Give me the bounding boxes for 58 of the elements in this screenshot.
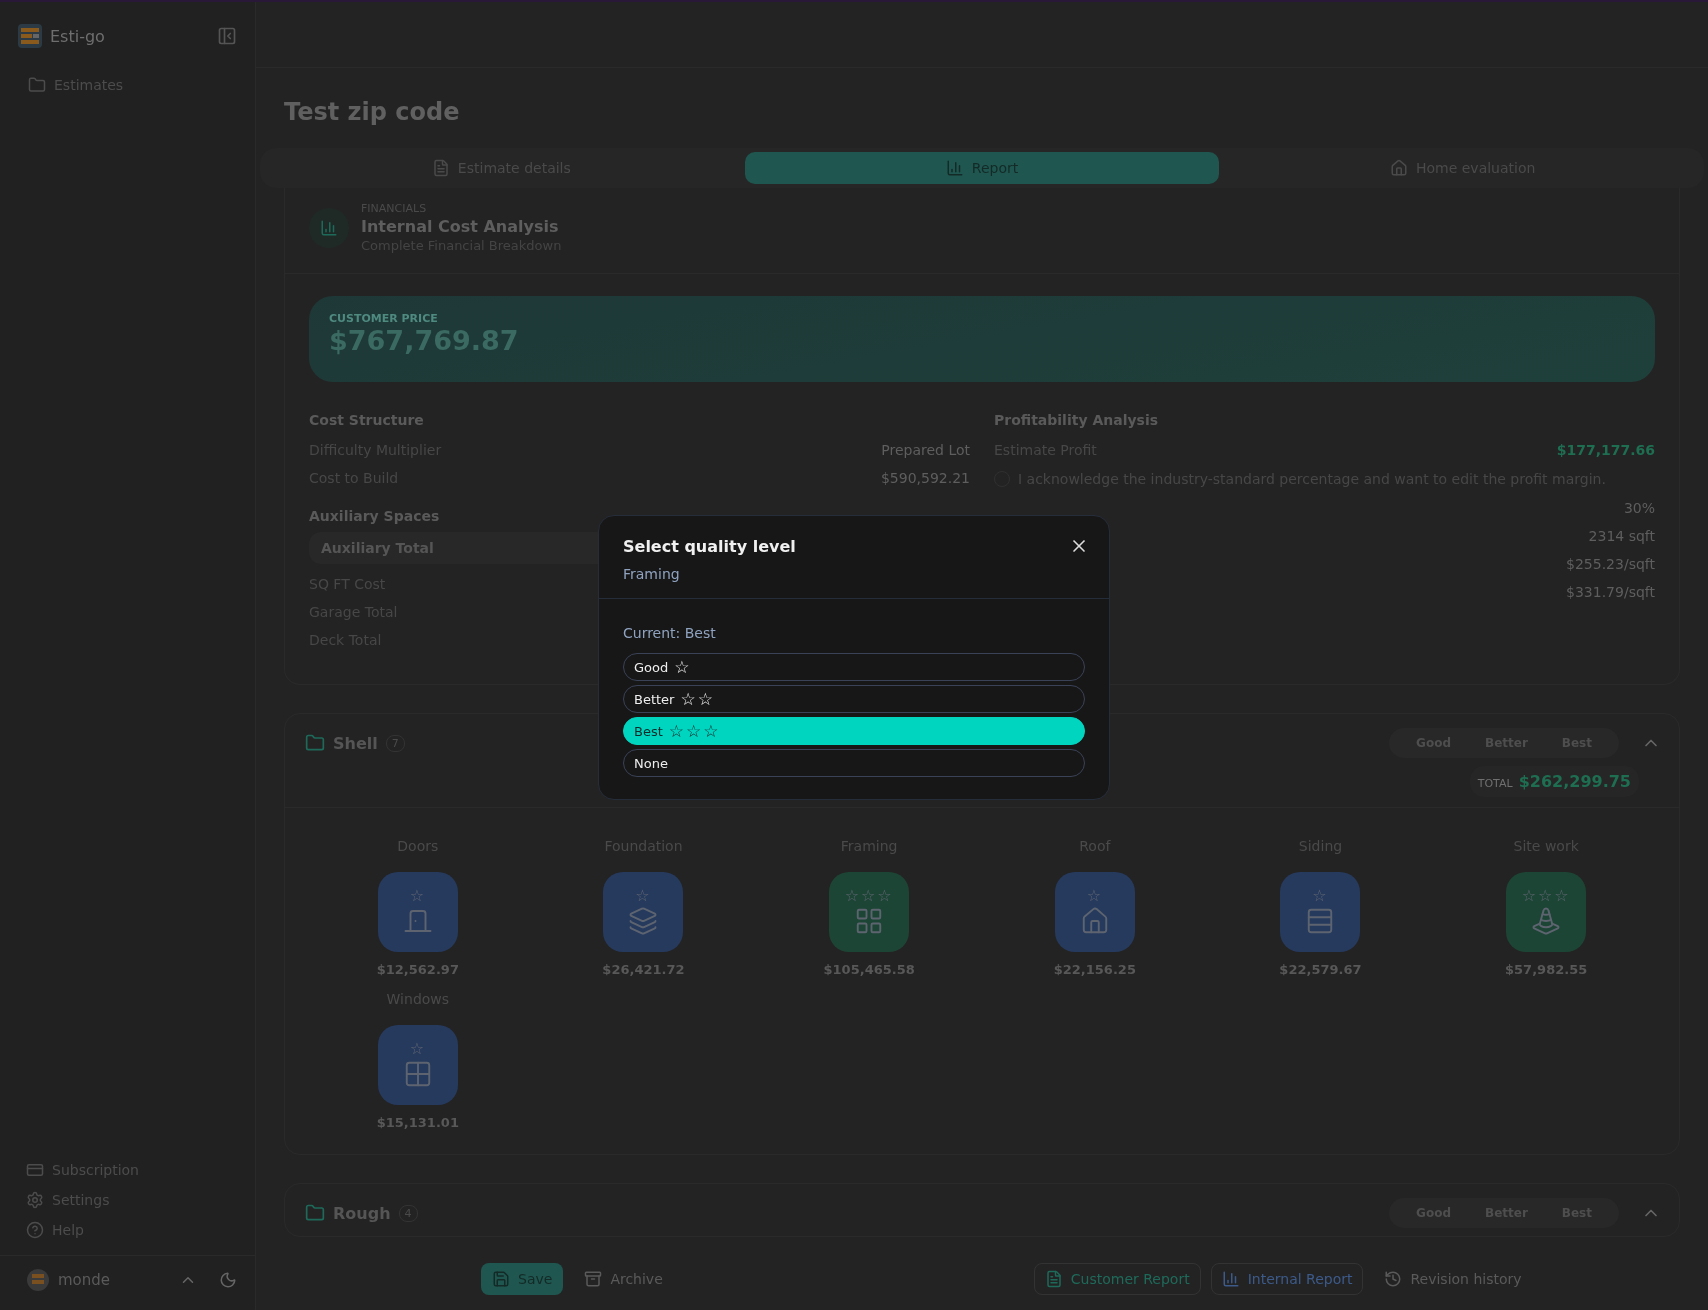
folder-icon xyxy=(305,733,325,753)
page-title: Test zip code xyxy=(284,98,461,126)
star-rating: ☆ xyxy=(635,888,652,904)
quality-tile[interactable]: ☆ xyxy=(377,872,458,952)
star-rating: ☆ xyxy=(409,1041,426,1057)
brand-name: Esti-go xyxy=(50,26,106,46)
quality-tile[interactable]: ☆ xyxy=(1280,872,1361,952)
profit-value: $177,177.66 xyxy=(1556,442,1655,458)
star-rating: ☆ xyxy=(409,888,426,904)
layers-icon xyxy=(628,906,659,936)
total-value: $262,299.75 xyxy=(1518,772,1631,791)
avatar-icon xyxy=(26,1268,50,1292)
quality-tile[interactable]: ☆ xyxy=(1054,872,1135,952)
document-icon xyxy=(1044,1270,1063,1288)
user-name: monde xyxy=(58,1271,112,1289)
archive-icon xyxy=(584,1270,603,1288)
action-button[interactable]: Internal Report xyxy=(1210,1263,1364,1295)
row-value: $255.23/sqft xyxy=(1566,556,1655,572)
star-rating: ☆☆☆ xyxy=(1521,888,1571,904)
row-value: $331.79/sqft xyxy=(1566,584,1655,600)
dialog-title: Select quality level xyxy=(623,536,796,556)
action-button[interactable]: Customer Report xyxy=(1033,1263,1201,1295)
settings-icon xyxy=(26,1191,44,1209)
star-rating: ☆☆ xyxy=(680,690,715,708)
folder-icon xyxy=(305,1203,325,1223)
quality-tile[interactable]: ☆ xyxy=(377,1025,458,1105)
total-label: TOTAL xyxy=(1477,777,1513,790)
star-rating: ☆ xyxy=(1086,888,1103,904)
chart-icon xyxy=(1221,1270,1240,1288)
row-value: $590,592.21 xyxy=(880,470,970,486)
card-title: Internal Cost Analysis xyxy=(361,217,560,236)
history-icon xyxy=(1384,1270,1403,1288)
house-icon xyxy=(1389,159,1408,177)
current-level: Current: Best xyxy=(623,625,717,641)
help-icon xyxy=(26,1221,44,1239)
quality-tile[interactable]: ☆☆☆ xyxy=(1506,872,1587,952)
save-icon xyxy=(492,1270,510,1288)
chart-icon xyxy=(945,159,964,177)
dialog-subtitle: Framing xyxy=(623,566,681,582)
row-value: 30% xyxy=(1623,500,1655,516)
folder-icon xyxy=(28,76,46,94)
star-rating: ☆ xyxy=(1312,888,1329,904)
quality-tile[interactable]: ☆ xyxy=(603,872,684,952)
logo-icon xyxy=(18,24,42,48)
card-icon xyxy=(26,1161,44,1179)
cone-icon xyxy=(1531,906,1562,936)
price-label: CUSTOMER PRICE xyxy=(329,312,439,325)
star-rating: ☆☆☆ xyxy=(844,888,894,904)
star-rating: ☆☆☆ xyxy=(668,722,721,740)
row-value: Prepared Lot xyxy=(881,442,970,458)
document-icon xyxy=(431,159,450,177)
star-rating: ☆ xyxy=(674,658,692,676)
quality-tile[interactable]: ☆☆☆ xyxy=(829,872,910,952)
moon-icon[interactable] xyxy=(219,1271,237,1289)
quality-option[interactable]: Best ☆☆☆ xyxy=(623,717,1085,745)
collapse-sidebar-icon[interactable] xyxy=(217,26,237,46)
chart-icon xyxy=(309,207,349,248)
row-value: 2314 sqft xyxy=(1588,528,1655,544)
